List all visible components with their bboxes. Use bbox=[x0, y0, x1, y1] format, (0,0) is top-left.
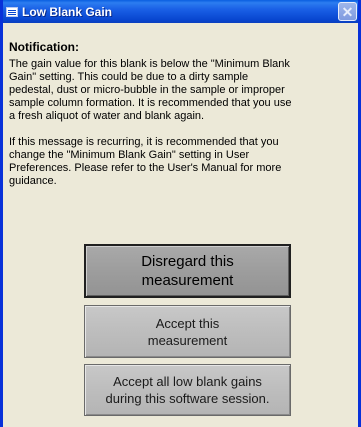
title-bar[interactable]: Low Blank Gain ✕ bbox=[3, 0, 358, 23]
close-button[interactable]: ✕ bbox=[338, 2, 357, 21]
notification-paragraph-1: The gain value for this blank is below t… bbox=[9, 58, 292, 122]
window-title: Low Blank Gain bbox=[22, 4, 113, 19]
notification-heading: Notification: bbox=[9, 40, 79, 54]
accept-measurement-button[interactable]: Accept this measurement bbox=[84, 305, 291, 358]
app-window-icon bbox=[6, 6, 18, 17]
accept-all-low-blank-gains-button[interactable]: Accept all low blank gains during this s… bbox=[84, 364, 291, 416]
dialog-window: Low Blank Gain ✕ Notification: The gain … bbox=[0, 0, 361, 427]
close-icon: ✕ bbox=[341, 3, 354, 20]
notification-body: Notification: The gain value for this bl… bbox=[9, 24, 352, 188]
notification-paragraph-2: If this message is recurring, it is reco… bbox=[9, 136, 282, 187]
disregard-measurement-button[interactable]: Disregard this measurement bbox=[84, 244, 291, 298]
